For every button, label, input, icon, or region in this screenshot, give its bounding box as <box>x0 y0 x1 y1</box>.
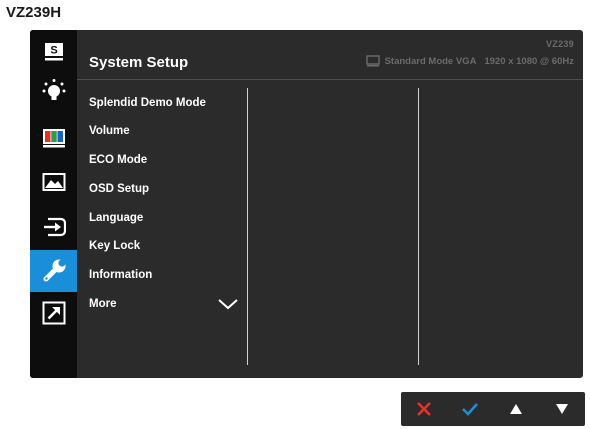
sidebar-item-splendid[interactable]: S <box>30 34 77 70</box>
menu-item-volume[interactable]: Volume <box>89 125 130 137</box>
chevron-down-icon[interactable] <box>217 298 239 310</box>
checkmark-icon <box>462 403 478 416</box>
down-button[interactable] <box>546 392 578 426</box>
menu-item-key-lock[interactable]: Key Lock <box>89 240 140 252</box>
up-button[interactable] <box>500 392 532 426</box>
sidebar-item-blue-light-filter[interactable] <box>30 72 77 108</box>
sidebar-item-image[interactable] <box>30 164 77 200</box>
monitor-icon <box>365 55 380 67</box>
menu-item-language[interactable]: Language <box>89 212 143 224</box>
wrench-icon <box>43 259 66 282</box>
sidebar: S <box>30 30 77 378</box>
header-status: Standard Mode VGA 1920 x 1080 @ 60Hz <box>365 55 574 67</box>
header-resolution: 1920 x 1080 @ 60Hz <box>484 55 574 67</box>
navigation-key-bar <box>401 392 585 426</box>
splendid-s-icon: S <box>44 43 63 61</box>
triangle-up-icon <box>510 404 522 414</box>
color-bars-icon <box>42 129 65 148</box>
page-title: System Setup <box>89 54 189 71</box>
header-mode: Standard Mode VGA <box>384 55 477 67</box>
menu-item-eco-mode[interactable]: ECO Mode <box>89 154 147 166</box>
input-select-icon <box>43 217 66 237</box>
shortcut-arrow-icon <box>42 301 65 325</box>
column-divider-1 <box>247 88 248 365</box>
close-button[interactable] <box>408 392 440 426</box>
image-icon <box>42 173 65 191</box>
sidebar-item-input-select[interactable] <box>30 209 77 245</box>
column-divider-2 <box>418 88 419 365</box>
menu-item-more[interactable]: More <box>89 298 116 310</box>
model-label: VZ239H <box>6 4 62 21</box>
menu-item-splendid-demo-mode[interactable]: Splendid Demo Mode <box>89 97 206 109</box>
menu-item-information[interactable]: Information <box>89 269 152 281</box>
triangle-down-icon <box>556 404 568 414</box>
header-divider <box>77 79 583 80</box>
sidebar-item-system-setup[interactable] <box>30 250 77 292</box>
sidebar-item-color[interactable] <box>30 120 77 156</box>
sidebar-item-shortcut[interactable] <box>30 295 77 331</box>
splendid-s-letter: S <box>50 45 57 57</box>
bulb-icon <box>42 79 65 100</box>
close-x-icon <box>417 402 431 416</box>
header-model-name: VZ239 <box>545 39 574 49</box>
osd-menu: S System Setup VZ239 Standard Mode VGA 1… <box>30 30 583 378</box>
menu-item-osd-setup[interactable]: OSD Setup <box>89 183 149 195</box>
confirm-button[interactable] <box>454 392 486 426</box>
